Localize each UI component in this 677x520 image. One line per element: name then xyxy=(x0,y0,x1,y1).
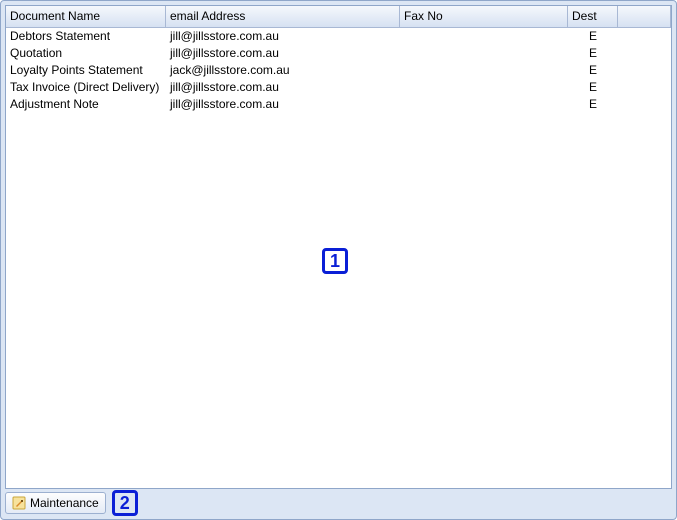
cell-email: jill@jillsstore.com.au xyxy=(166,28,400,45)
cell-dest: E xyxy=(568,62,618,79)
cell-fax xyxy=(400,45,568,62)
cell-fax xyxy=(400,28,568,45)
cell-document: Debtors Statement xyxy=(6,28,166,45)
annotation-marker-2: 2 xyxy=(112,490,138,516)
maintenance-icon xyxy=(12,496,26,510)
column-document-name[interactable]: Document Name xyxy=(6,6,166,27)
cell-document: Tax Invoice (Direct Delivery) xyxy=(6,79,166,96)
table-header: Document Name email Address Fax No Dest xyxy=(6,6,671,28)
cell-email: jill@jillsstore.com.au xyxy=(166,79,400,96)
cell-email: jill@jillsstore.com.au xyxy=(166,96,400,113)
cell-dest: E xyxy=(568,96,618,113)
toolbar: Maintenance 2 xyxy=(5,489,672,515)
cell-email: jack@jillsstore.com.au xyxy=(166,62,400,79)
table-row[interactable]: Quotationjill@jillsstore.com.au E xyxy=(6,45,671,62)
cell-dest: E xyxy=(568,45,618,62)
maintenance-button[interactable]: Maintenance xyxy=(5,492,106,514)
maintenance-button-label: Maintenance xyxy=(30,496,99,510)
annotation-marker-1: 1 xyxy=(322,248,348,274)
cell-document: Quotation xyxy=(6,45,166,62)
table-row[interactable]: Loyalty Points Statementjack@jillsstore.… xyxy=(6,62,671,79)
cell-dest: E xyxy=(568,79,618,96)
cell-email: jill@jillsstore.com.au xyxy=(166,45,400,62)
document-table: Document Name email Address Fax No Dest … xyxy=(5,5,672,489)
cell-fax xyxy=(400,96,568,113)
table-row[interactable]: Debtors Statementjill@jillsstore.com.au E xyxy=(6,28,671,45)
cell-document: Adjustment Note xyxy=(6,96,166,113)
table-body[interactable]: Debtors Statementjill@jillsstore.com.auE… xyxy=(6,28,671,488)
column-spacer xyxy=(618,6,671,27)
table-row[interactable]: Tax Invoice (Direct Delivery)jill@jillss… xyxy=(6,79,671,96)
document-delivery-window: Document Name email Address Fax No Dest … xyxy=(0,0,677,520)
cell-dest: E xyxy=(568,28,618,45)
cell-fax xyxy=(400,79,568,96)
column-fax-no[interactable]: Fax No xyxy=(400,6,568,27)
cell-document: Loyalty Points Statement xyxy=(6,62,166,79)
column-email-address[interactable]: email Address xyxy=(166,6,400,27)
cell-fax xyxy=(400,62,568,79)
table-row[interactable]: Adjustment Notejill@jillsstore.com.au E xyxy=(6,96,671,113)
column-dest[interactable]: Dest xyxy=(568,6,618,27)
